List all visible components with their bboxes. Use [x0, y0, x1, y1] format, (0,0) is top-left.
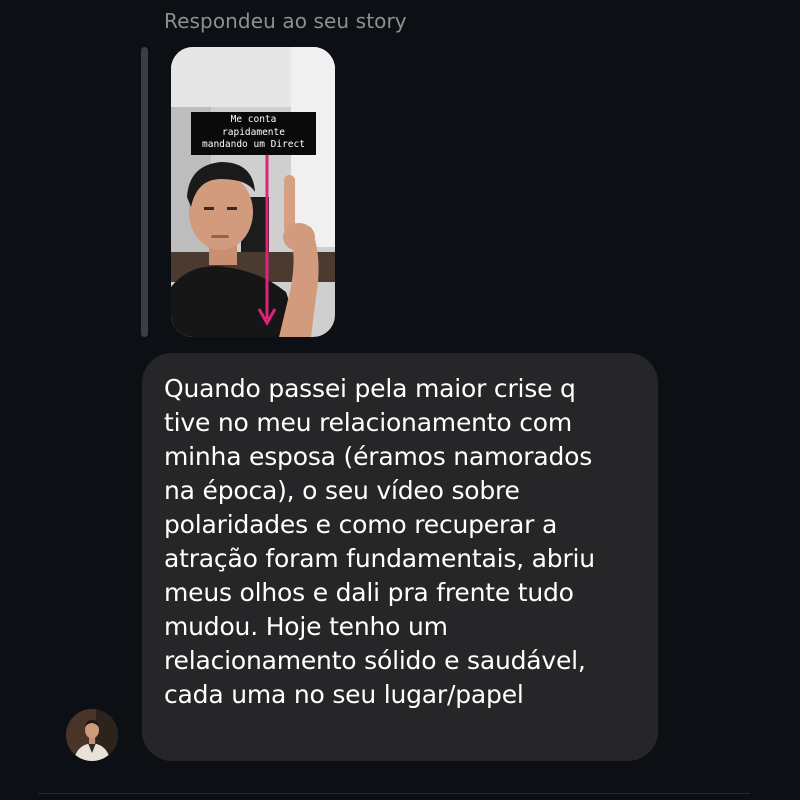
sender-avatar[interactable]: [66, 709, 118, 761]
story-caption-line: mandando um Direct: [202, 139, 305, 150]
reply-quote-bar: [141, 47, 148, 337]
user-avatar-icon: [66, 709, 118, 761]
story-thumbnail[interactable]: Me conta rapidamente mandando um Direct: [171, 47, 335, 337]
divider: [38, 793, 750, 794]
story-caption-line: rapidamente: [222, 126, 285, 138]
message-text: Quando passei pela maior crise q tive no…: [164, 374, 595, 709]
message-bubble[interactable]: Quando passei pela maior crise q tive no…: [142, 353, 658, 761]
dm-thread: Respondeu ao seu story Me conta rapidame…: [0, 0, 800, 800]
story-caption-line: Me conta: [230, 114, 277, 125]
story-reply-label: Respondeu ao seu story: [164, 9, 407, 33]
story-caption: Me conta rapidamente mandando um Direct: [191, 112, 316, 155]
story-photo: [171, 47, 335, 337]
